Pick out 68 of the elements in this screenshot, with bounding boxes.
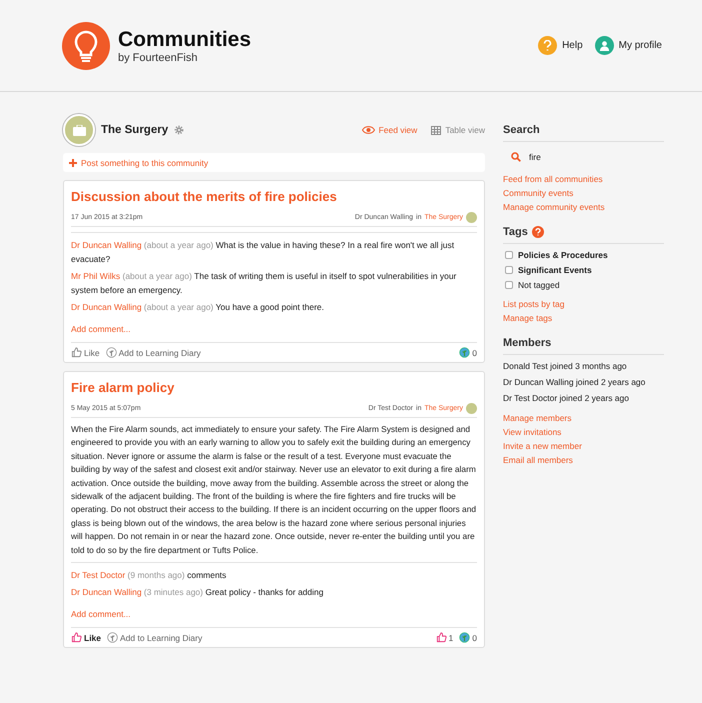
comment: Dr Duncan Walling (about a year ago) You have a good point there. [71,301,325,314]
profile-link[interactable]: My profile [594,36,662,55]
community-badge-icon [466,403,477,414]
feed-view-tab[interactable]: Feed view [362,125,418,135]
sidebar-link[interactable]: Manage community events [503,202,664,212]
help-icon [532,226,544,238]
user-icon [594,36,614,55]
post-title[interactable]: Discussion about the merits of fire policies [71,189,477,204]
learning-diary-button[interactable]: Add to Learning Diary [107,632,202,644]
tag-checkbox[interactable]: Not tagged [505,280,664,290]
sidebar-link[interactable]: List posts by tag [503,299,664,309]
thumbs-up-icon [71,632,82,644]
add-comment-link[interactable]: Add comment... [71,324,477,334]
diary-count: 0 [459,347,477,358]
comment: Mr Phil Wilks (about a year ago) The task of writing them is useful in itself to spot vulnerabilities in your system before an emergency. [71,270,458,297]
tag-checkbox[interactable]: Policies & Procedures [505,250,664,260]
app-title: Communities [118,28,252,52]
search-icon [511,152,521,162]
diary-count: 0 [459,632,477,644]
thumbs-up-icon [71,347,82,358]
community-avatar [63,114,95,146]
post-body: When the Fire Alarm sounds, act immediately to ensure your safety. The Fire Alarm System is designed and engineered to provide you with an early warning to allow you to safely exit the building during an emergency situation. Never ignore or assume the alarm is false or the result of a test. Everyone must evacuate the building by way of the safest and closest exit and/or stairway. Never use an elevator to exit during a fire alarm activation. Once outside the building, move away from the building. Assemble across the street or along the sidewalk of the adjacent building. The front of the building is where the fire fighters and fire trucks will be operating. Do not obstruct their access to the building. If there is an incident occurring on the upper floors and glass is being blown out of the windows, the area below is the hazard zone where serious personal injuries will happen. Do not remain in or near the hazard zone. Once outside, never re-enter the building until you are told to do so by the fire department or Tufts Police. [71,423,477,557]
sidebar-link[interactable]: Feed from all communities [503,174,664,184]
search-field[interactable]: fire [527,151,647,163]
like-count: 1 [436,632,454,644]
help-icon [538,36,558,55]
sidebar-link[interactable]: Invite a new member [503,441,664,451]
tree-icon [459,632,470,644]
tree-icon [459,347,470,358]
eye-icon [362,126,375,134]
sidebar-link[interactable]: View invitations [503,427,664,437]
sidebar-link[interactable]: Email all members [503,455,664,465]
member-entry: Dr Duncan Walling joined 2 years ago [503,377,646,387]
members-heading: Members [503,337,552,349]
learning-diary-button[interactable]: Add to Learning Diary [106,347,201,358]
tag-checkbox[interactable]: Significant Events [505,265,664,275]
search-heading: Search [503,124,541,136]
tree-icon [106,347,117,358]
comment: Dr Test Doctor (9 months ago) comments [71,569,228,582]
post-title[interactable]: Fire alarm policy [71,380,477,395]
table-view-tab[interactable]: Table view [431,125,485,135]
thumbs-up-icon [436,632,447,644]
new-post-link[interactable]: Post something to this community [63,153,485,172]
like-button[interactable]: Like [71,632,102,644]
app-subtitle: by FourteenFish [118,52,198,64]
comment-author-link[interactable]: Mr Phil Wilks [71,271,120,281]
comment-author-link[interactable]: Dr Test Doctor [71,570,126,580]
comment-author-link[interactable]: Dr Duncan Walling [71,240,142,250]
like-button[interactable]: Like [71,347,100,358]
sidebar-link[interactable]: Manage members [503,413,664,423]
lightbulb-logo [62,22,110,70]
sidebar-link[interactable]: Community events [503,188,664,198]
table-icon [431,126,442,134]
help-link[interactable]: Help [538,36,583,55]
tree-icon [107,632,118,644]
tags-heading: Tags [503,226,528,238]
comment-author-link[interactable]: Dr Duncan Walling [71,587,142,598]
comment: Dr Duncan Walling (about a year ago) What is the value in having these? In a real fire won't we all just evacuate? [71,239,456,266]
community-badge-icon [466,212,477,223]
comment: Dr Duncan Walling (3 minutes ago) Great policy - thanks for adding [71,586,324,600]
comment-author-link[interactable]: Dr Duncan Walling [71,302,142,312]
plus-icon [69,158,77,166]
member-entry: Dr Test Doctor joined 2 years ago [503,393,630,403]
sidebar-link[interactable]: Manage tags [503,313,664,323]
add-comment-link[interactable]: Add comment... [71,609,477,620]
community-name: The Surgery [101,124,168,136]
member-entry: Donald Test joined 3 months ago [503,361,628,371]
settings-icon [174,125,184,135]
